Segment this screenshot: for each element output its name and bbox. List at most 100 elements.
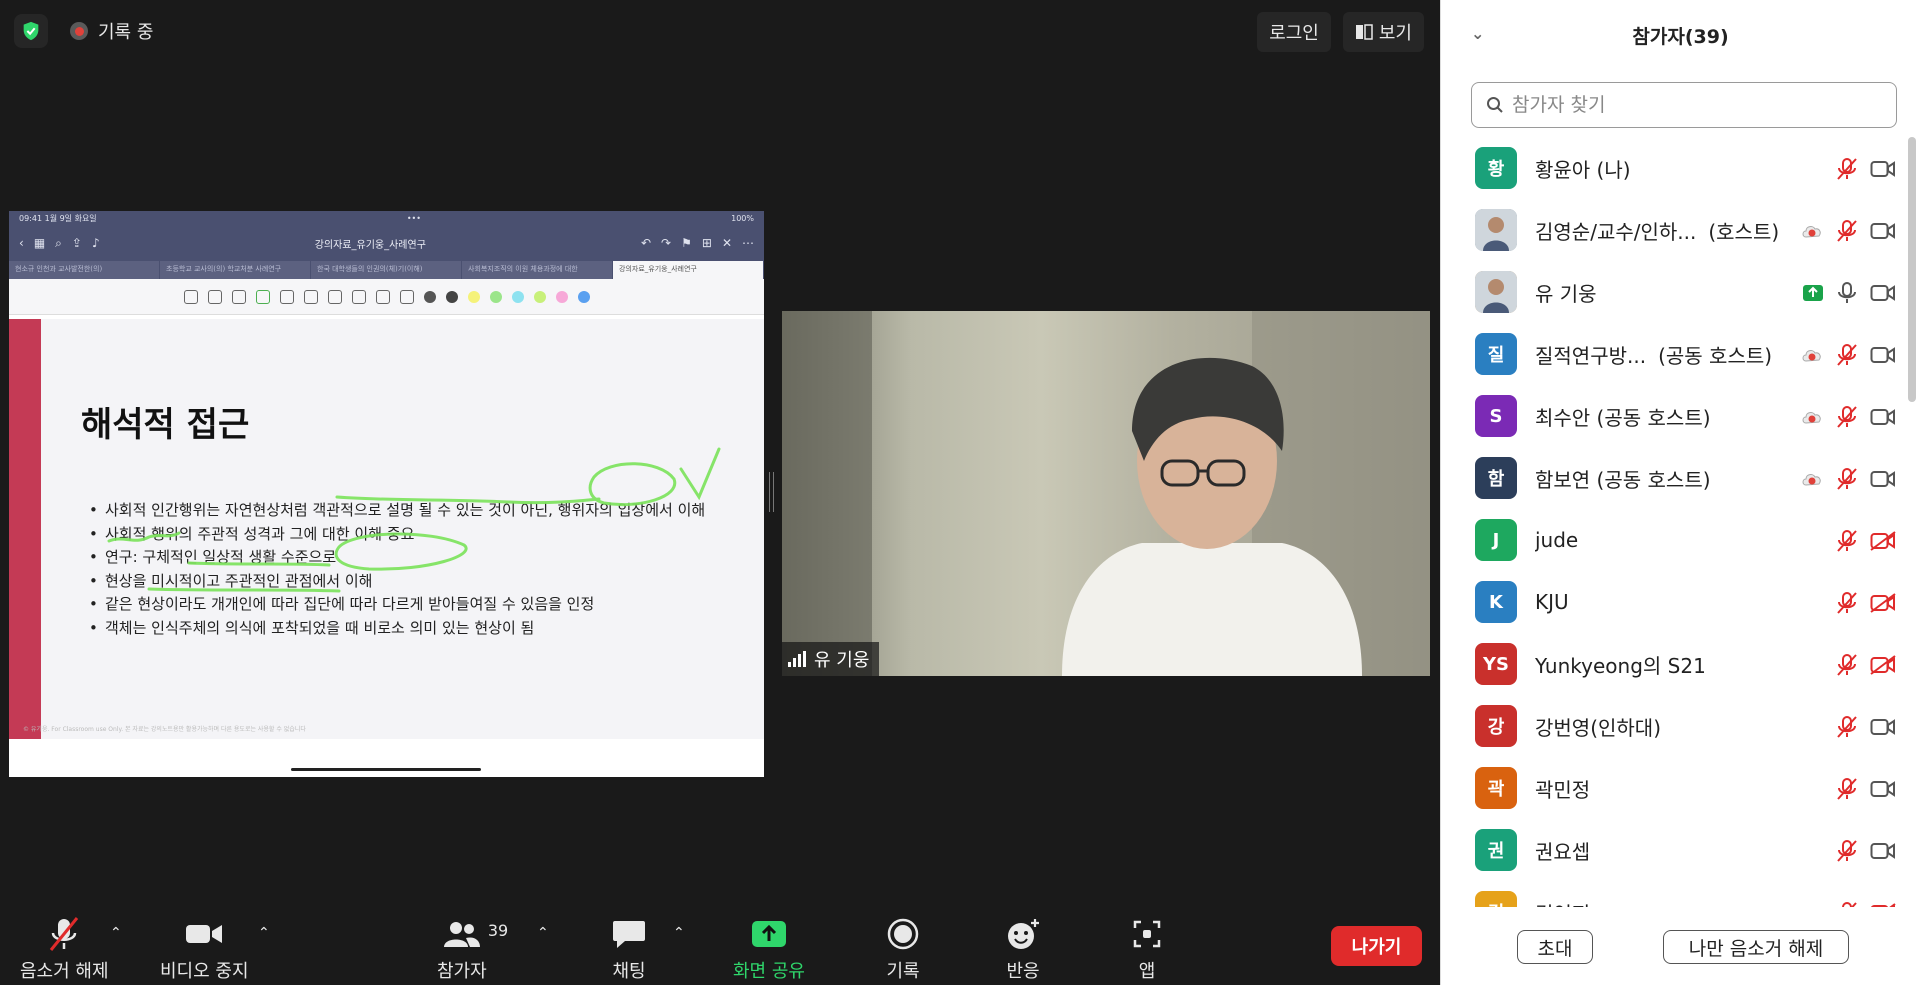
signal-strength-icon (788, 651, 806, 667)
record-dot-icon (70, 22, 88, 40)
avatar (1475, 271, 1517, 313)
video-off-icon (1870, 531, 1896, 555)
video-icon (1870, 717, 1896, 741)
participant-row[interactable]: Jjude (1441, 509, 1906, 571)
search-input[interactable] (1512, 94, 1872, 116)
mic-muted-icon (47, 915, 81, 953)
participant-name: 김영순/교수/인하... (1535, 219, 1697, 244)
eraser-tool-icon (231, 289, 246, 304)
participant-search[interactable] (1471, 82, 1897, 128)
share-out-icon: ⇪ (71, 235, 82, 250)
apps-button[interactable]: 앱 (1131, 915, 1163, 983)
participant-row[interactable]: 황 황윤아 (나) (1441, 137, 1906, 199)
view-button[interactable]: 보기 (1342, 12, 1424, 52)
scrollbar-thumb[interactable] (1908, 137, 1916, 402)
chat-label: 채팅 (612, 961, 646, 982)
chat-options-chevron-icon[interactable]: ⌃ (673, 925, 685, 941)
participant-list-scrollbar[interactable] (1908, 137, 1916, 907)
participant-row[interactable]: 함 함보연 (공동 호스트) (1441, 447, 1906, 509)
video-off-icon (1870, 903, 1896, 907)
speaker-video-tile[interactable]: 유 기웅 (782, 311, 1430, 676)
participant-status-icons (1836, 901, 1896, 907)
participants-button[interactable]: 39 참가자 (437, 915, 508, 983)
participant-row[interactable]: 유 기웅 (1441, 261, 1906, 323)
record-icon (886, 915, 920, 953)
bookmark-icon: ⚑ (681, 236, 692, 250)
stop-video-button[interactable]: 비디오 중지 (160, 915, 249, 983)
avatar: 강 (1475, 705, 1517, 747)
share-screen-button[interactable]: 화면 공유 (733, 915, 805, 983)
mic-icon (1836, 281, 1858, 309)
collapse-chevron-icon[interactable]: ⌄ (1471, 24, 1484, 43)
participant-row[interactable]: YS Yunkyeong의 S21 (1441, 633, 1906, 695)
split-resize-handle[interactable] (769, 472, 774, 512)
highlighter-tool-icon (255, 289, 270, 304)
share-screen-label: 화면 공유 (733, 961, 805, 982)
participant-row[interactable]: 김영순/교수/인하... (호스트) (1441, 199, 1906, 261)
avatar: S (1475, 395, 1517, 437)
screen-sharing-icon (1802, 284, 1824, 306)
participant-row[interactable]: K KJU (1441, 571, 1906, 633)
avatar: 질 (1475, 333, 1517, 375)
image-tool-icon (183, 289, 198, 304)
participant-row[interactable]: 강 강번영(인하대) (1441, 695, 1906, 757)
reactions-label: 반응 (1006, 961, 1040, 982)
video-off-icon (1870, 655, 1896, 679)
share-screen-icon (750, 915, 788, 953)
reactions-button[interactable]: 반응 (1005, 915, 1041, 983)
login-label: 로그인 (1269, 23, 1319, 44)
audio-options-chevron-icon[interactable]: ⌃ (110, 925, 122, 941)
participant-row[interactable]: S 최수안 (공동 호스트) (1441, 385, 1906, 447)
avatar: 황 (1475, 147, 1517, 189)
participant-status-icons (1836, 715, 1896, 743)
security-shield-icon[interactable] (14, 14, 48, 48)
participant-status-icons (1836, 529, 1896, 557)
bullet-item: 사회적 행위의 주관적 성격과 그에 대한 이해 중요 (89, 523, 729, 547)
view-label: 보기 (1378, 23, 1412, 44)
participant-role: (호스트) (1708, 219, 1780, 244)
participants-options-chevron-icon[interactable]: ⌃ (537, 925, 549, 941)
login-button[interactable]: 로그인 (1257, 12, 1331, 52)
grid-icon: ▦ (33, 235, 46, 250)
drawing-tools (9, 279, 764, 315)
video-icon (1870, 221, 1896, 245)
ink-check (679, 447, 721, 501)
camera-tool-icon (327, 289, 342, 304)
participant-status-icons (1800, 219, 1896, 247)
leave-button[interactable]: 나가기 (1331, 926, 1422, 966)
slide-accent-bar (9, 319, 41, 739)
meeting-toolbar: 음소거 해제 ⌃ 비디오 중지 ⌃ 39 참가자 ⌃ 채팅 ⌃ 화면 공유 기록… (0, 915, 1440, 985)
mic-muted-icon (1836, 157, 1858, 185)
recording-indicator[interactable]: 기록 중 (62, 14, 161, 48)
mic-muted-icon (1836, 467, 1858, 495)
apps-label: 앱 (1138, 961, 1156, 982)
participant-row[interactable]: 김김연진 (1441, 881, 1906, 907)
mic-muted-icon (1836, 777, 1858, 805)
redo-icon: ↷ (661, 236, 672, 250)
video-icon (1870, 841, 1896, 865)
record-button[interactable]: 기록 (886, 915, 920, 983)
color-swatch (511, 290, 524, 303)
participant-row[interactable]: 곽 곽민정 (1441, 757, 1906, 819)
participants-count: 39 (487, 921, 509, 940)
speaker-video-image (782, 311, 1430, 676)
invite-button[interactable]: 초대 (1517, 930, 1593, 964)
unmute-self-button[interactable]: 나만 음소거 해제 (1663, 930, 1849, 964)
video-icon (1870, 345, 1896, 369)
participant-row[interactable]: 권 권요셉 (1441, 819, 1906, 881)
video-options-chevron-icon[interactable]: ⌃ (258, 925, 270, 941)
color-swatch (577, 290, 590, 303)
doc-tab: 현소규 인천과 교사발전한(의) (9, 261, 160, 279)
chat-button[interactable]: 채팅 (611, 915, 647, 983)
mic-muted-icon (1836, 591, 1858, 619)
participant-name: Yunkyeong의 S21 (1535, 653, 1706, 678)
participant-row[interactable]: 질 질적연구방... (공동 호스트) (1441, 323, 1906, 385)
avatar: 권 (1475, 829, 1517, 871)
unmute-button[interactable]: 음소거 해제 (20, 915, 109, 983)
mic-muted-icon (1836, 901, 1858, 907)
video-off-icon (1870, 593, 1896, 617)
home-indicator (291, 768, 481, 771)
color-swatch (467, 290, 480, 303)
bullet-item: 연구: 구체적인 일상적 생활 수준으로 (89, 546, 729, 570)
participant-name: 황윤아 (나) (1535, 157, 1631, 182)
